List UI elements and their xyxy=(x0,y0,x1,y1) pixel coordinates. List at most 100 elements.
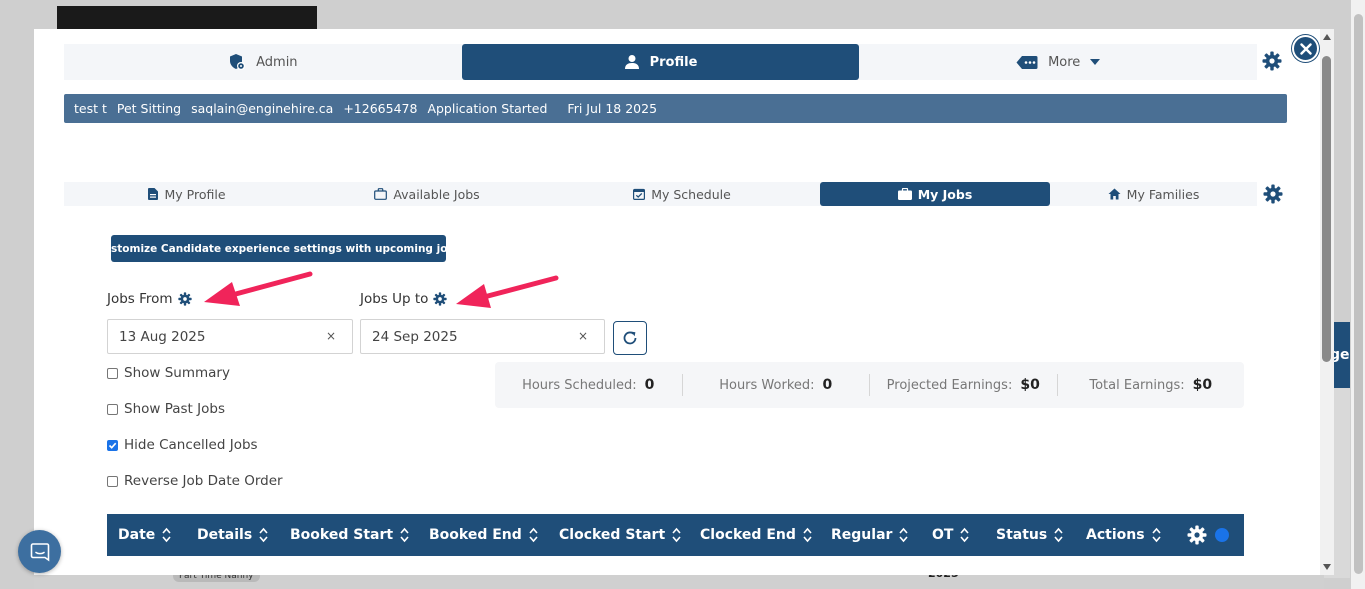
tab-my-schedule-label: My Schedule xyxy=(651,186,731,202)
tab-admin[interactable]: Admin xyxy=(64,44,462,80)
stat-label: Projected Earnings: xyxy=(886,377,1013,393)
tab-my-profile-label: My Profile xyxy=(164,186,226,202)
chat-icon xyxy=(30,542,49,562)
close-modal-button[interactable] xyxy=(1292,35,1319,62)
jobs-up-to-input[interactable]: 24 Sep 2025 × xyxy=(360,319,605,354)
tab-available-jobs-label: Available Jobs xyxy=(393,186,480,202)
show-summary-checkbox[interactable] xyxy=(107,367,118,379)
reverse-job-date-order-label: Reverse Job Date Order xyxy=(124,473,283,489)
stat-label: Total Earnings: xyxy=(1089,377,1185,393)
candidate-date: Fri Jul 18 2025 xyxy=(567,101,658,116)
checkmark-icon xyxy=(108,442,117,449)
column-header-details[interactable]: Details xyxy=(197,527,268,543)
sort-icon xyxy=(259,527,268,543)
settings-gear-icon[interactable] xyxy=(1262,51,1282,71)
column-label: Clocked Start xyxy=(559,527,666,543)
document-icon xyxy=(148,188,159,200)
column-header-regular[interactable]: Regular xyxy=(831,527,909,543)
sort-icon xyxy=(672,527,681,543)
jobs-from-label: Jobs From xyxy=(107,291,173,307)
column-label: Details xyxy=(197,527,253,543)
tab-my-jobs[interactable]: My Jobs xyxy=(820,182,1050,206)
refresh-button[interactable] xyxy=(613,321,647,355)
page-scrollbar-thumb[interactable] xyxy=(1354,14,1363,574)
stat-total-earnings: Total Earnings: $0 xyxy=(1056,374,1245,396)
column-header-date[interactable]: Date xyxy=(118,527,171,543)
sort-icon xyxy=(400,527,409,543)
column-header-clocked-start[interactable]: Clocked Start xyxy=(559,527,681,543)
hide-cancelled-jobs-option[interactable]: Hide Cancelled Jobs xyxy=(107,437,258,453)
table-settings-gear-icon[interactable] xyxy=(1187,525,1207,545)
jobs-up-to-value: 24 Sep 2025 xyxy=(372,328,458,345)
column-label: Booked End xyxy=(429,527,522,543)
hide-cancelled-jobs-checkbox[interactable] xyxy=(107,439,118,451)
table-info-icon[interactable] xyxy=(1215,528,1229,542)
annotation-arrow-jobs-up-to xyxy=(456,275,559,308)
jobs-from-input[interactable]: 13 Aug 2025 × xyxy=(107,319,353,354)
column-label: Date xyxy=(118,527,156,543)
jobs-table-header: Date Details Booked Start Booked End Clo… xyxy=(107,514,1244,556)
tab-admin-label: Admin xyxy=(256,54,298,70)
jobs-from-label-group: Jobs From xyxy=(107,291,192,307)
page-scrollbar[interactable] xyxy=(1351,0,1365,589)
tab-more[interactable]: More xyxy=(859,44,1257,80)
chat-launcher-button[interactable] xyxy=(18,530,61,573)
column-header-booked-start[interactable]: Booked Start xyxy=(290,527,409,543)
sort-icon xyxy=(1151,527,1161,543)
reverse-job-date-order-option[interactable]: Reverse Job Date Order xyxy=(107,473,283,489)
show-past-jobs-label: Show Past Jobs xyxy=(124,401,225,417)
jobs-up-to-clear-button[interactable]: × xyxy=(578,329,588,343)
candidate-phone: +12665478 xyxy=(343,101,418,116)
column-label: Clocked End xyxy=(700,527,796,543)
close-icon xyxy=(1299,42,1312,55)
modal-scrollbar-thumb[interactable] xyxy=(1322,56,1331,362)
scroll-down-arrow-icon[interactable] xyxy=(1323,564,1331,570)
tab-profile[interactable]: Profile xyxy=(461,44,860,80)
candidate-name: test t xyxy=(74,101,107,116)
tab-more-label: More xyxy=(1048,54,1081,70)
column-header-status[interactable]: Status xyxy=(996,527,1063,543)
calendar-check-icon xyxy=(633,188,646,200)
user-icon xyxy=(624,55,639,69)
jobs-from-clear-button[interactable]: × xyxy=(326,329,336,343)
jobs-up-to-settings-icon[interactable] xyxy=(433,292,448,306)
briefcase-icon xyxy=(897,188,912,200)
tab-available-jobs[interactable]: Available Jobs xyxy=(310,182,544,206)
column-label: Status xyxy=(996,527,1048,543)
candidate-service: Pet Sitting xyxy=(116,101,182,116)
jobs-up-to-label: Jobs Up to xyxy=(360,291,429,307)
scroll-up-arrow-icon[interactable] xyxy=(1323,34,1331,40)
column-header-clocked-end[interactable]: Clocked End xyxy=(700,527,812,543)
top-nav: Admin Profile More xyxy=(64,44,1257,80)
stat-value: $0 xyxy=(1192,377,1213,393)
stat-value: 0 xyxy=(822,377,833,393)
tab-my-schedule[interactable]: My Schedule xyxy=(544,182,820,206)
jobs-from-value: 13 Aug 2025 xyxy=(119,328,206,345)
column-header-booked-end[interactable]: Booked End xyxy=(429,527,538,543)
jobs-from-settings-icon[interactable] xyxy=(177,292,192,306)
customize-experience-button[interactable]: Customize Candidate experience settings … xyxy=(96,235,461,262)
sort-icon xyxy=(960,527,970,543)
show-summary-option[interactable]: Show Summary xyxy=(107,365,230,381)
show-past-jobs-option[interactable]: Show Past Jobs xyxy=(107,401,225,417)
modal-scrollbar[interactable] xyxy=(1320,29,1334,575)
sort-icon xyxy=(529,527,538,543)
stat-value: 0 xyxy=(644,377,655,393)
tab-profile-label: Profile xyxy=(649,54,698,70)
briefcase-outline-icon xyxy=(374,188,388,200)
sort-icon xyxy=(162,527,171,543)
hide-cancelled-jobs-label: Hide Cancelled Jobs xyxy=(124,437,258,453)
show-past-jobs-checkbox[interactable] xyxy=(107,403,118,415)
earnings-summary: Hours Scheduled: 0 Hours Worked: 0 Proje… xyxy=(495,362,1244,408)
background-header-block xyxy=(57,6,317,30)
stat-value: $0 xyxy=(1020,377,1040,393)
column-header-ot[interactable]: OT xyxy=(932,527,970,543)
sub-nav-settings-gear-icon[interactable] xyxy=(1263,184,1283,204)
column-header-actions[interactable]: Actions xyxy=(1086,527,1161,543)
home-icon xyxy=(1108,188,1121,200)
column-label: OT xyxy=(932,527,954,543)
reverse-job-date-order-checkbox[interactable] xyxy=(107,475,118,487)
tab-my-profile[interactable]: My Profile xyxy=(64,182,310,206)
column-label: Actions xyxy=(1086,527,1145,543)
tab-my-families[interactable]: My Families xyxy=(1050,182,1257,206)
